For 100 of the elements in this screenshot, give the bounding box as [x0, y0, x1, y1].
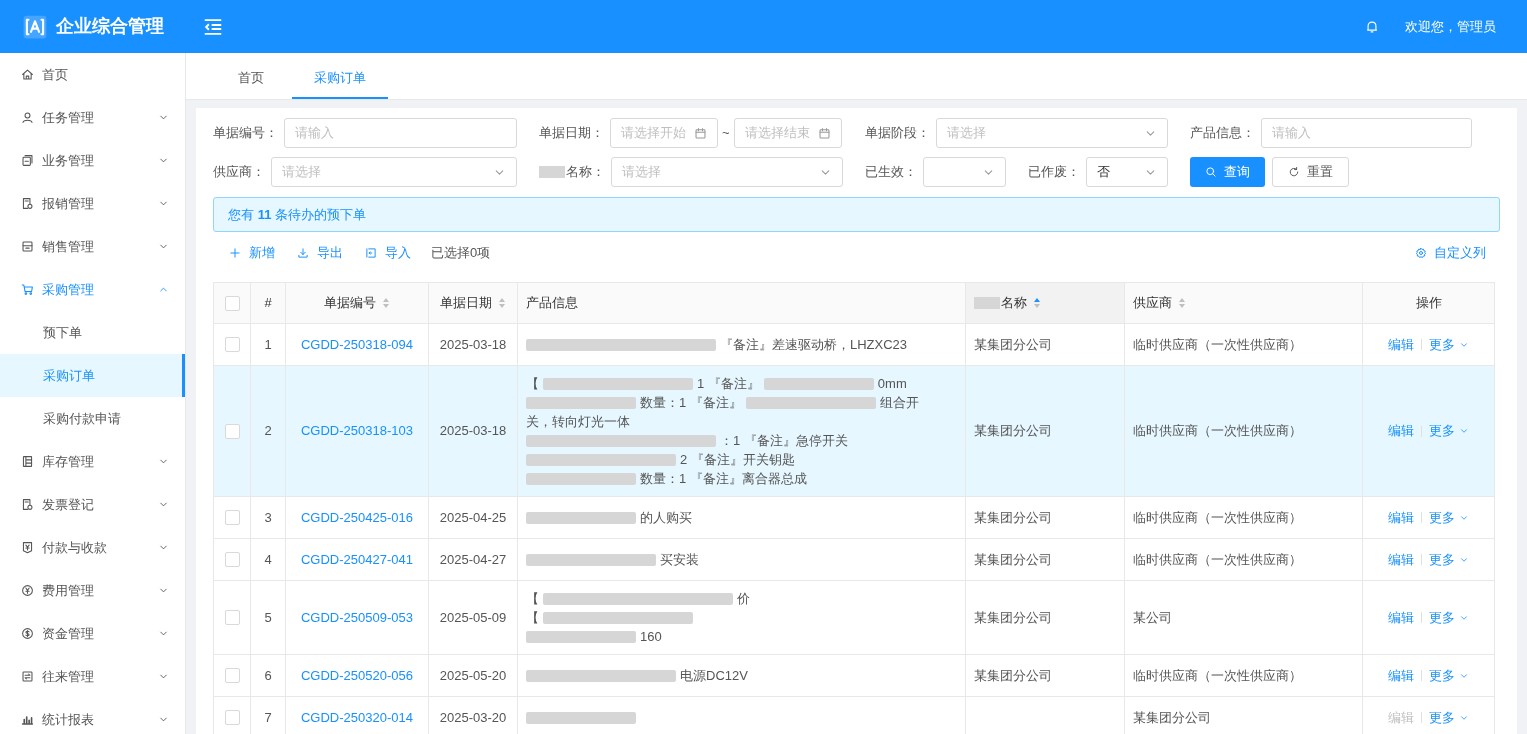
search-icon [1205, 166, 1217, 178]
more-dropdown[interactable]: 更多 [1429, 607, 1469, 628]
order-number-link[interactable]: CGDD-250427-041 [301, 549, 413, 570]
table-cell-text: 2025-05-20 [439, 666, 507, 685]
sidebar-item[interactable]: 费用管理 [0, 569, 185, 612]
search-button[interactable]: 查询 [1190, 157, 1265, 187]
select-field[interactable] [923, 157, 1006, 187]
table-row[interactable]: 2 CGDD-250318-103 2025-03-18 【 1 『备注』 0mm 数量：1 『备注』 组合开 关，转向灯光一体 ：1 『备注』急停开关 2 『备注』开关钥匙 数量：1 『备注』离合器总成 某集团分公司 临时供应商（一次性供应商） 编辑 更多 [214, 366, 1495, 497]
sidebar-subitem[interactable]: 采购订单 [0, 354, 185, 397]
column-header: # [264, 294, 272, 313]
product-info-text: 价 [737, 590, 750, 608]
table-row[interactable]: 1 CGDD-250318-094 2025-03-18 『备注』差速驱动桥，LHZXC23 某集团分公司 临时供应商（一次性供应商） 编辑 更多 [214, 324, 1495, 366]
order-number-link[interactable]: CGDD-250520-056 [301, 665, 413, 686]
sidebar-subitem[interactable]: 采购付款申请 [0, 397, 185, 440]
ledger-icon [21, 455, 34, 468]
sidebar-item[interactable]: 统计报表 [0, 698, 185, 734]
sort-icon[interactable] [1178, 297, 1186, 309]
checkbox[interactable] [224, 610, 240, 625]
checkbox[interactable] [224, 295, 240, 311]
checkbox[interactable] [224, 552, 240, 567]
toolbar-button[interactable]: 导出 [297, 243, 343, 263]
table-cell-text: 2025-04-25 [439, 508, 507, 527]
edit-link[interactable]: 编辑 [1388, 507, 1414, 528]
sidebar-subitem[interactable]: 预下单 [0, 311, 185, 354]
sidebar-item[interactable]: 任务管理 [0, 96, 185, 139]
input-field[interactable]: 请输入 [284, 118, 517, 148]
row-number: 5 [264, 608, 272, 627]
table-cell-text: 某集团分公司 [974, 666, 1052, 685]
tab[interactable]: 首页 [216, 58, 286, 99]
date-field[interactable]: 请选择开始 [610, 118, 718, 148]
column-header[interactable]: 供应商 [1133, 293, 1172, 313]
checkbox[interactable] [224, 423, 240, 439]
select-field[interactable]: 否 [1086, 157, 1168, 187]
select-field[interactable]: 请选择 [936, 118, 1168, 148]
sidebar-item[interactable]: 采购管理 [0, 268, 185, 311]
exchange-icon [21, 670, 34, 683]
toolbar-button[interactable]: 导入 [365, 243, 411, 263]
row-number: 3 [264, 508, 272, 527]
more-dropdown[interactable]: 更多 [1429, 421, 1469, 441]
user-greeting[interactable]: 欢迎您，管理员 [1405, 16, 1496, 37]
order-number-link[interactable]: CGDD-250425-016 [301, 507, 413, 528]
cart-icon [21, 283, 34, 296]
select-field[interactable]: 请选择 [271, 157, 517, 187]
sidebar-item[interactable]: 资金管理 [0, 612, 185, 655]
product-info-text: 数量：1 『备注』 [640, 394, 742, 412]
more-dropdown[interactable]: 更多 [1429, 707, 1469, 728]
date-field[interactable]: 请选择结束 [733, 118, 842, 148]
sidebar-item[interactable]: 首页 [0, 53, 185, 96]
table-cell-text: 2025-05-09 [439, 608, 507, 627]
checkbox[interactable] [224, 337, 240, 352]
order-number-link[interactable]: CGDD-250318-103 [301, 421, 413, 441]
sidebar-item[interactable]: 往来管理 [0, 655, 185, 698]
checkbox[interactable] [224, 668, 240, 683]
more-dropdown[interactable]: 更多 [1429, 665, 1469, 686]
checkbox[interactable] [224, 710, 240, 725]
table-cell-text: 某集团分公司 [974, 422, 1052, 441]
more-dropdown[interactable]: 更多 [1429, 334, 1469, 355]
checkbox[interactable] [224, 510, 240, 525]
table-cell-text: 某公司 [1133, 608, 1172, 627]
table-row[interactable]: 3 CGDD-250425-016 2025-04-25 的人购买 某集团分公司 临时供应商（一次性供应商） 编辑 更多 [214, 497, 1495, 539]
customize-columns-button[interactable]: 自定义列 [1415, 243, 1486, 263]
column-header[interactable]: 单据编号 [324, 293, 376, 313]
table-cell-text: 某集团分公司 [974, 608, 1052, 627]
order-number-link[interactable]: CGDD-250318-094 [301, 334, 413, 355]
edit-link[interactable]: 编辑 [1388, 549, 1414, 570]
edit-link[interactable]: 编辑 [1388, 334, 1414, 355]
edit-link[interactable]: 编辑 [1388, 665, 1414, 686]
table-cell-text: 2025-03-18 [439, 422, 507, 441]
more-dropdown[interactable]: 更多 [1429, 549, 1469, 570]
input-field[interactable]: 请输入 [1261, 118, 1472, 148]
table-row[interactable]: 6 CGDD-250520-056 2025-05-20 电源DC12V 某集团分公司 临时供应商（一次性供应商） 编辑 更多 [214, 655, 1495, 697]
edit-link[interactable]: 编辑 [1388, 421, 1414, 441]
table-cell-text: 某集团分公司 [1133, 708, 1211, 727]
column-header[interactable]: 单据日期 [440, 293, 492, 313]
order-number-link[interactable]: CGDD-250509-053 [301, 607, 413, 628]
sidebar-item[interactable]: 报销管理 [0, 182, 185, 225]
column-header[interactable]: 名称 [1001, 293, 1027, 313]
sort-icon[interactable] [498, 297, 506, 309]
select-field[interactable]: 请选择 [611, 157, 843, 187]
table-row[interactable]: 5 CGDD-250509-053 2025-05-09 【 价 【 160 某集团分公司 某公司 编辑 更多 [214, 581, 1495, 655]
reset-button[interactable]: 重置 [1272, 157, 1349, 187]
sidebar-item[interactable]: 业务管理 [0, 139, 185, 182]
field-label: 单据编号： [213, 124, 279, 143]
table-cell-text: 临时供应商（一次性供应商） [1133, 422, 1302, 441]
sidebar-item[interactable]: 付款与收款 [0, 526, 185, 569]
sidebar-item[interactable]: 库存管理 [0, 440, 185, 483]
notification-icon[interactable] [1365, 19, 1379, 34]
product-info-text: 0mm [877, 375, 907, 393]
order-number-link[interactable]: CGDD-250320-014 [301, 707, 413, 728]
sidebar-item[interactable]: 销售管理 [0, 225, 185, 268]
more-dropdown[interactable]: 更多 [1429, 507, 1469, 528]
tab[interactable]: 采购订单 [292, 58, 388, 99]
toolbar-button[interactable]: 新增 [229, 243, 275, 263]
table-row[interactable]: 4 CGDD-250427-041 2025-04-27 买安装 某集团分公司 临时供应商（一次性供应商） 编辑 更多 [214, 539, 1495, 581]
download-icon [297, 247, 309, 259]
edit-link[interactable]: 编辑 [1388, 607, 1414, 628]
sort-icon[interactable] [1033, 297, 1041, 309]
field-label: 单据日期： [539, 124, 605, 143]
sort-icon[interactable] [382, 297, 390, 309]
sidebar-item[interactable]: 发票登记 [0, 483, 185, 526]
